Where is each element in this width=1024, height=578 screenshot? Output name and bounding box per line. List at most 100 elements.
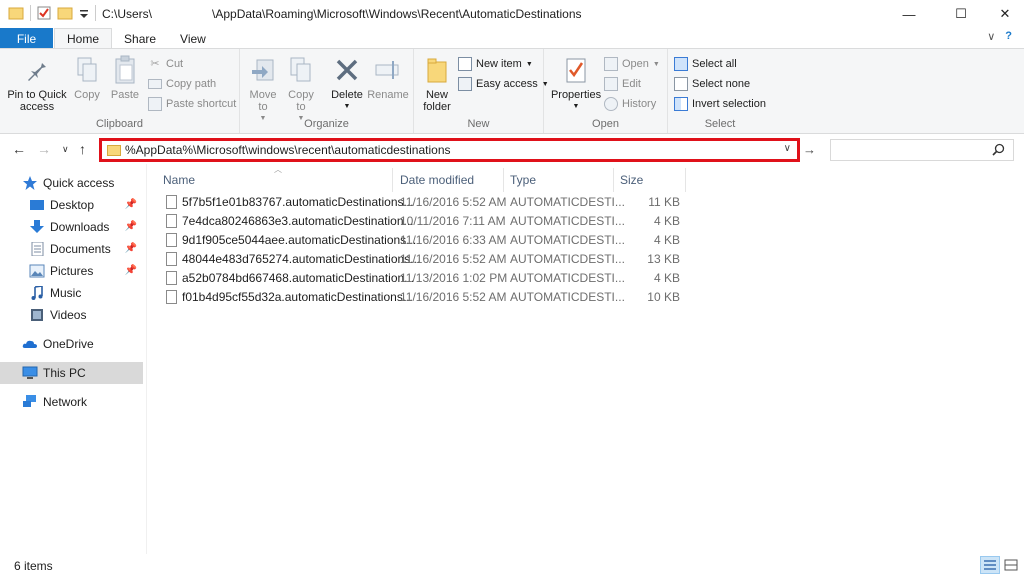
copy-icon — [72, 53, 102, 87]
delete-button[interactable]: Delete ▼ — [328, 53, 366, 113]
file-row[interactable]: 5f7b5f1e01b83767.automaticDestinations..… — [157, 193, 757, 212]
history-icon — [604, 97, 618, 111]
select-none-button[interactable]: Select none — [674, 75, 750, 93]
new-group: New folder New item ▼ Easy access ▼ New — [414, 49, 549, 133]
customize-toolbar-icon[interactable] — [79, 6, 89, 20]
properties-icon[interactable] — [37, 6, 51, 20]
new-item-button[interactable]: New item ▼ — [458, 55, 533, 73]
quick-access-toolbar — [8, 5, 96, 21]
select-group: Select all Select none Invert selection … — [668, 49, 772, 133]
navigation-bar: ← → ∨ ↑ ∨ → — [0, 134, 1024, 164]
help-icon[interactable]: ? — [1005, 30, 1012, 43]
history-button[interactable]: History — [604, 95, 656, 113]
pictures-icon — [29, 264, 45, 278]
new-folder-icon[interactable] — [57, 6, 73, 20]
nav-item-downloads[interactable]: Downloads 📌 — [0, 216, 143, 238]
new-item-icon — [458, 57, 472, 71]
nav-quick-access[interactable]: Quick access — [0, 172, 143, 194]
open-group-label: Open — [592, 118, 619, 130]
nav-label: Pictures — [50, 264, 94, 278]
address-input[interactable] — [125, 143, 765, 157]
nav-item-desktop[interactable]: Desktop 📌 — [0, 194, 143, 216]
details-view-button[interactable] — [980, 556, 1000, 574]
nav-item-pictures[interactable]: Pictures 📌 — [0, 260, 143, 282]
address-bar[interactable]: ∨ — [99, 138, 800, 162]
column-header-type[interactable]: Type — [504, 168, 614, 192]
pane-divider[interactable] — [146, 164, 147, 554]
file-size: 11 KB — [648, 195, 680, 209]
cut-label: Cut — [166, 58, 184, 70]
tab-file[interactable]: File — [0, 28, 53, 49]
up-arrow-icon[interactable]: ↑ — [79, 141, 86, 157]
search-box[interactable] — [830, 139, 1014, 161]
nav-label: Network — [43, 395, 88, 409]
file-type: AUTOMATICDESTI... — [510, 195, 625, 209]
rename-button[interactable]: Rename — [366, 53, 410, 101]
search-icon — [992, 143, 1005, 156]
file-icon — [166, 233, 177, 247]
paste-button[interactable]: Paste — [108, 53, 142, 101]
file-name: f01b4d95cf55d32a.automaticDestinations..… — [182, 290, 413, 304]
nav-item-videos[interactable]: Videos — [0, 304, 143, 326]
file-size: 4 KB — [653, 214, 680, 228]
column-header-date[interactable]: Date modified — [394, 168, 504, 192]
easy-access-button[interactable]: Easy access ▼ — [458, 75, 549, 93]
pin-quick-access-button[interactable]: Pin to Quick access — [6, 53, 68, 113]
nav-label: Music — [50, 286, 82, 300]
file-name: 7e4dca80246863e3.automaticDestination... — [182, 214, 414, 228]
paste-shortcut-button[interactable]: Paste shortcut — [148, 95, 236, 113]
column-header-size[interactable]: Size — [614, 168, 686, 192]
tab-view[interactable]: View — [168, 28, 218, 49]
file-icon — [166, 271, 177, 285]
recent-locations-icon[interactable]: ∨ — [62, 144, 69, 155]
copy-label: Copy — [74, 89, 100, 101]
nav-network[interactable]: Network — [0, 391, 143, 413]
copy-to-button[interactable]: Copy to ▼ — [286, 53, 316, 125]
move-to-button[interactable]: Move to ▼ — [248, 53, 278, 125]
ribbon-controls: ∨ ? — [987, 30, 1012, 43]
minimize-button[interactable]: — — [886, 0, 932, 28]
copy-path-button[interactable]: Copy path — [148, 75, 216, 93]
go-arrow-icon[interactable]: → — [803, 142, 816, 157]
dropdown-caret-icon: ▼ — [525, 60, 533, 68]
nav-item-documents[interactable]: Documents 📌 — [0, 238, 143, 260]
nav-this-pc[interactable]: This PC — [0, 362, 143, 384]
maximize-button[interactable]: ☐ — [938, 0, 984, 28]
star-icon — [23, 176, 37, 190]
file-row[interactable]: 48044e483d765274.automaticDestinations..… — [157, 250, 757, 269]
tab-home[interactable]: Home — [54, 28, 113, 49]
file-row[interactable]: f01b4d95cf55d32a.automaticDestinations..… — [157, 288, 757, 307]
file-row[interactable]: a52b0784bd667468.automaticDestination...… — [157, 269, 757, 288]
cloud-icon — [22, 340, 37, 348]
easy-access-label: Easy access — [476, 78, 538, 90]
file-name: 9d1f905ce5044aee.automaticDestinations..… — [182, 233, 417, 247]
copy-button[interactable]: Copy — [72, 53, 102, 101]
new-item-label: New item — [476, 58, 522, 70]
address-dropdown-icon[interactable]: ∨ — [784, 143, 791, 154]
edit-button[interactable]: Edit — [604, 75, 641, 93]
folder-icon — [107, 144, 121, 156]
nav-item-music[interactable]: Music — [0, 282, 143, 304]
back-arrow-icon[interactable]: ← — [12, 141, 26, 157]
nav-label: This PC — [43, 366, 86, 380]
dropdown-caret-icon: ▼ — [652, 60, 660, 68]
file-date: 11/16/2016 5:52 AM — [400, 195, 507, 209]
new-folder-button[interactable]: New folder — [420, 53, 454, 113]
cut-button[interactable]: ✂ Cut — [148, 55, 183, 73]
properties-button[interactable]: Properties ▼ — [551, 53, 601, 113]
nav-label: Videos — [50, 308, 87, 322]
search-input[interactable] — [835, 141, 985, 159]
close-button[interactable]: ✕ — [982, 0, 1024, 28]
move-to-label: Move to — [249, 89, 277, 113]
forward-arrow-icon[interactable]: → — [37, 141, 51, 157]
select-all-button[interactable]: Select all — [674, 55, 737, 73]
nav-onedrive[interactable]: OneDrive — [0, 333, 143, 355]
open-button[interactable]: Open ▼ — [604, 55, 660, 73]
large-icons-view-button[interactable] — [1001, 556, 1021, 574]
tab-share[interactable]: Share — [112, 28, 168, 49]
file-row[interactable]: 7e4dca80246863e3.automaticDestination...… — [157, 212, 757, 231]
invert-selection-button[interactable]: Invert selection — [674, 95, 766, 113]
file-row[interactable]: 9d1f905ce5044aee.automaticDestinations..… — [157, 231, 757, 250]
column-header-name[interactable]: Name — [157, 168, 393, 192]
ribbon-expand-icon[interactable]: ∨ — [987, 30, 995, 43]
